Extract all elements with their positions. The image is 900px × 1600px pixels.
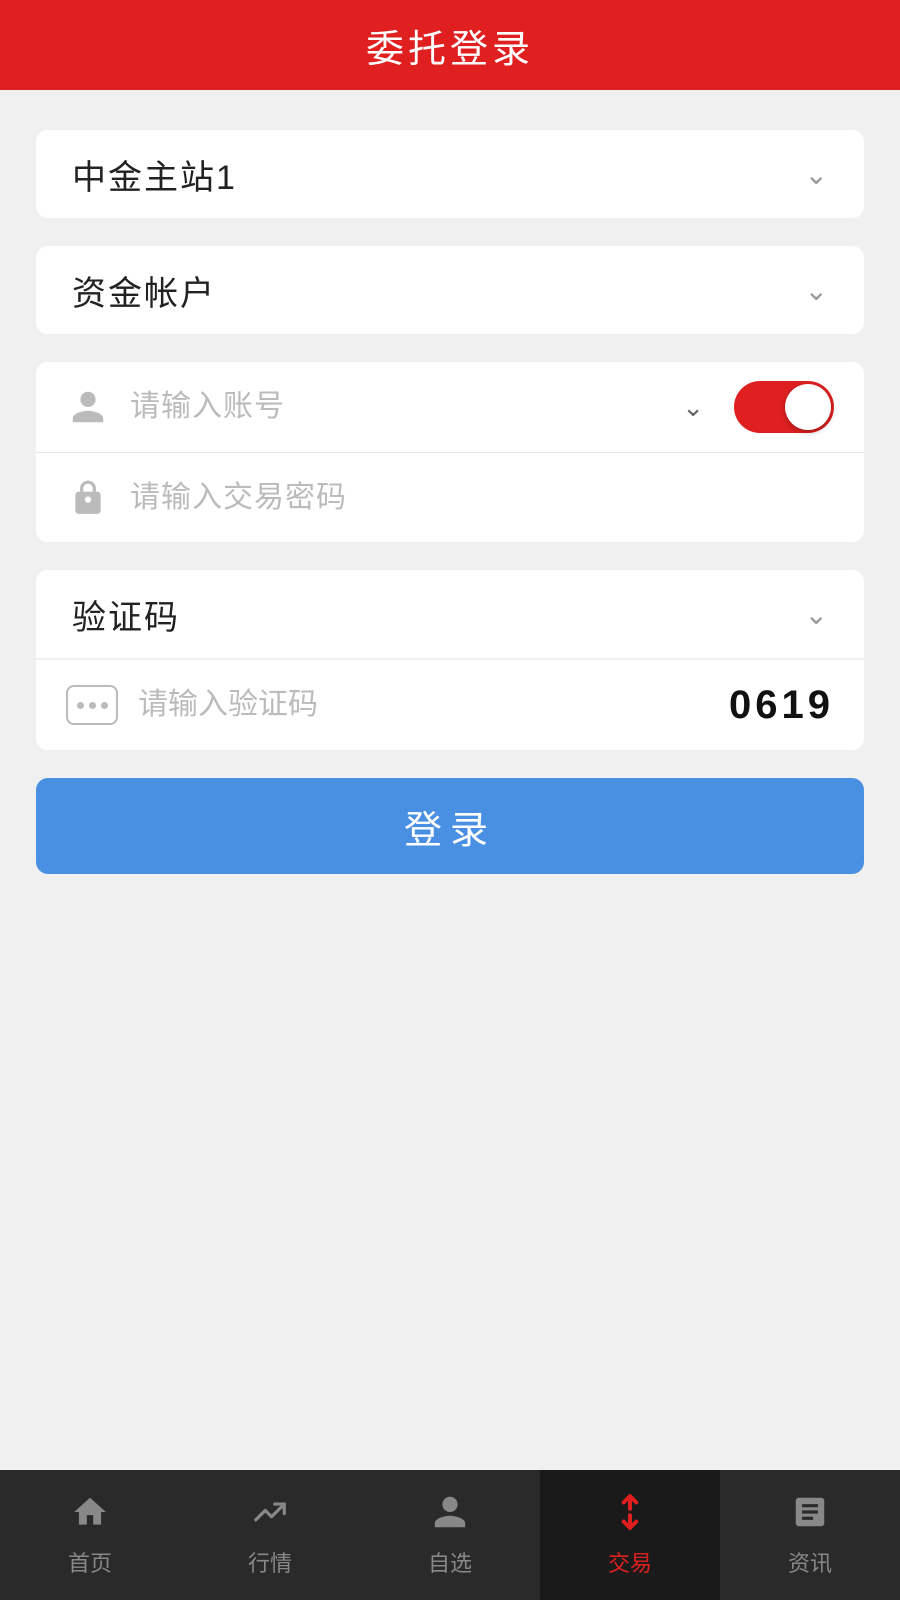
account-selector-card[interactable]: 资金帐户 ⌄	[36, 246, 864, 334]
verification-dropdown[interactable]: 验证码 ⌄	[36, 570, 864, 658]
nav-label-watchlist: 自选	[428, 1546, 472, 1578]
verification-selector-card[interactable]: 验证码 ⌄	[36, 570, 864, 658]
credentials-card: ⌄	[36, 362, 864, 542]
account-input-chevron-icon: ⌄	[682, 392, 704, 423]
account-input-row: ⌄	[36, 362, 864, 452]
account-input[interactable]	[130, 390, 662, 424]
server-label: 中金主站1	[72, 150, 237, 199]
news-icon	[791, 1493, 829, 1540]
bottom-nav: 首页 行情 自选 交易 资讯	[0, 1470, 900, 1600]
nav-item-watchlist[interactable]: 自选	[360, 1470, 540, 1600]
user-icon	[66, 385, 110, 429]
watchlist-icon	[431, 1493, 469, 1540]
server-selector-card[interactable]: 中金主站1 ⌄	[36, 130, 864, 218]
verification-chevron-icon: ⌄	[805, 598, 828, 631]
captcha-code: 0619	[729, 683, 834, 728]
server-chevron-icon: ⌄	[805, 158, 828, 191]
captcha-input[interactable]	[138, 688, 709, 722]
page-title: 委托登录	[366, 18, 534, 73]
password-input[interactable]	[130, 481, 834, 515]
login-button[interactable]: 登录	[36, 778, 864, 874]
nav-item-trade[interactable]: 交易	[540, 1470, 720, 1600]
server-dropdown[interactable]: 中金主站1 ⌄	[36, 130, 864, 218]
account-chevron-icon: ⌄	[805, 274, 828, 307]
nav-item-home[interactable]: 首页	[0, 1470, 180, 1600]
nav-label-trade: 交易	[608, 1546, 652, 1578]
nav-item-news[interactable]: 资讯	[720, 1470, 900, 1600]
home-icon	[71, 1493, 109, 1540]
main-content: 中金主站1 ⌄ 资金帐户 ⌄ ⌄	[0, 90, 900, 874]
trade-icon	[611, 1493, 649, 1540]
captcha-icon	[66, 685, 118, 725]
verify-section: 验证码 ⌄ 0619	[36, 570, 864, 750]
toggle-knob	[785, 384, 831, 430]
nav-item-market[interactable]: 行情	[180, 1470, 360, 1600]
nav-label-market: 行情	[248, 1546, 292, 1578]
account-dropdown[interactable]: 资金帐户 ⌄	[36, 246, 864, 334]
password-input-row	[36, 452, 864, 542]
lock-icon	[66, 476, 110, 520]
nav-label-home: 首页	[68, 1546, 112, 1578]
account-toggle[interactable]	[734, 381, 834, 433]
verification-label: 验证码	[72, 590, 180, 639]
nav-label-news: 资讯	[788, 1546, 832, 1578]
market-icon	[251, 1493, 289, 1540]
account-selector-label: 资金帐户	[72, 266, 216, 315]
header: 委托登录	[0, 0, 900, 90]
captcha-row: 0619	[36, 660, 864, 750]
